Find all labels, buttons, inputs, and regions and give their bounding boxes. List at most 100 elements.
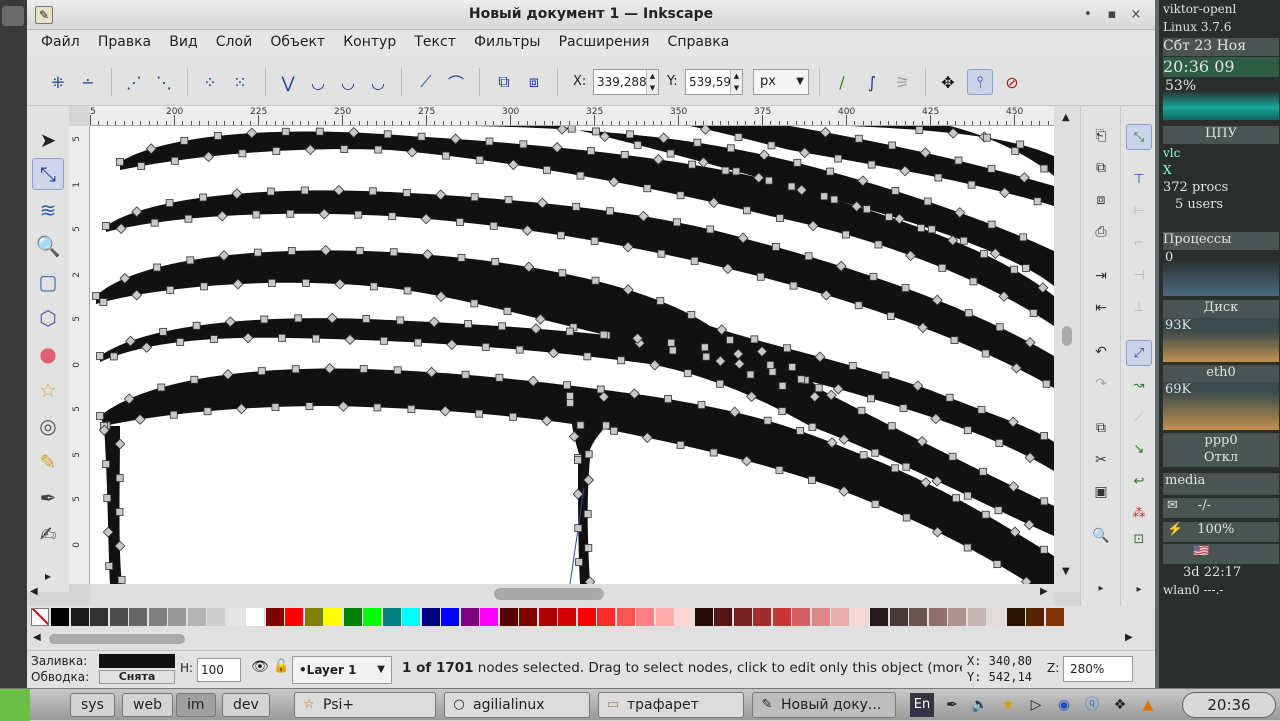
path-node[interactable] [515,345,524,354]
path-node[interactable] [834,154,843,163]
path-node[interactable] [700,343,709,352]
color-swatch[interactable] [168,608,186,626]
color-swatch[interactable] [324,608,342,626]
path-node[interactable] [584,450,593,459]
path-node[interactable] [565,327,574,336]
path-node[interactable] [709,448,718,457]
path-node[interactable] [964,309,973,318]
path-node[interactable] [963,426,972,435]
window-menu-icon[interactable] [2,6,24,26]
path-node[interactable] [994,506,1003,515]
path-node[interactable] [403,286,412,295]
path-node[interactable] [96,352,104,360]
stroke-to-path-icon[interactable]: ⧈ [521,69,547,95]
snap-paths-icon[interactable]: ↝ [1126,372,1152,398]
segment-curve-icon[interactable]: ⌒ [443,69,469,95]
path-node[interactable] [563,381,571,390]
path-node[interactable] [305,402,314,411]
path-node[interactable] [200,282,208,291]
path-node[interactable] [891,464,899,473]
color-swatch[interactable] [90,608,108,626]
color-swatch[interactable] [714,608,732,626]
path-node[interactable] [606,207,614,216]
auto-smooth-node-icon[interactable]: ◡ [365,69,391,95]
path-node[interactable] [683,369,692,378]
task-trafaret[interactable]: ▭ трафарет [598,692,744,718]
path-node[interactable] [461,370,470,379]
path-node[interactable] [867,394,875,403]
color-swatch[interactable] [597,608,615,626]
path-node[interactable] [633,140,642,149]
path-node[interactable] [826,167,835,176]
lock-icon[interactable]: 🔓 [273,659,289,674]
path-node[interactable] [485,137,494,146]
path-node[interactable] [982,133,991,142]
task-psi[interactable]: ☆ Psi+ [294,692,436,718]
path-node[interactable] [667,338,676,347]
new-document-icon[interactable]: ⎗ [1089,124,1113,148]
path-node[interactable] [393,366,402,375]
path-node[interactable] [768,367,777,376]
path-node[interactable] [575,558,583,567]
ellipse-tool-icon[interactable]: ● [32,338,64,370]
selector-tool-icon[interactable]: ➤ [32,124,64,156]
artwork[interactable] [90,126,1054,584]
path-node[interactable] [959,236,968,245]
path-node[interactable] [756,272,765,281]
color-swatch[interactable] [480,608,498,626]
color-swatch[interactable] [753,608,771,626]
scroll-down-icon[interactable]: ▼ [1062,566,1070,577]
snap-toggle-icon[interactable]: ⤡ [1126,124,1152,150]
path-node[interactable] [788,363,797,371]
path-node[interactable] [567,126,576,133]
path-node[interactable] [656,297,665,305]
path-node[interactable] [625,130,634,139]
path-node[interactable] [302,278,310,287]
path-node[interactable] [109,352,118,361]
path-node[interactable] [137,162,146,170]
color-swatch[interactable] [694,608,713,626]
snap-centers-icon[interactable]: ⊡ [1126,526,1152,552]
color-swatch[interactable] [733,608,752,626]
cusp-node-icon[interactable]: ⋁ [275,69,301,95]
path-node[interactable] [102,460,110,469]
snap-smooth-nodes-icon[interactable]: ↩ [1126,468,1152,494]
symmetric-node-icon[interactable]: ◡ [335,69,361,95]
color-swatch[interactable] [148,608,167,626]
spiral-tool-icon[interactable]: ◎ [32,410,64,442]
path-node[interactable] [574,524,583,533]
path-node[interactable] [778,381,787,390]
path-node[interactable] [954,156,963,165]
path-node[interactable] [657,249,666,258]
path-node[interactable] [766,361,775,369]
path-node[interactable] [300,186,309,195]
color-swatch[interactable] [675,608,693,626]
color-swatch[interactable] [402,608,420,626]
qbittorrent-icon[interactable]: ⓠ [1080,693,1104,717]
path-node[interactable] [804,252,813,261]
path-node[interactable] [180,136,189,145]
path-node[interactable] [899,404,908,413]
spinner-arrows-icon[interactable]: ▲ ▼ [646,70,658,94]
paste-icon[interactable]: ▣ [1089,480,1113,504]
path-node[interactable] [808,422,817,431]
path-node[interactable] [987,164,996,173]
path-node[interactable] [726,336,734,344]
path-node[interactable] [176,338,185,346]
path-node[interactable] [203,407,212,416]
path-node[interactable] [509,412,517,421]
color-swatch[interactable] [870,608,888,626]
zoom-tool-icon[interactable]: 🔍 [32,230,64,262]
path-node[interactable] [690,256,699,265]
cut-icon[interactable]: ✂ [1089,448,1113,472]
menu-edit[interactable]: Правка [98,34,151,50]
path-node[interactable] [734,133,743,141]
path-node[interactable] [808,476,816,484]
path-node[interactable] [778,407,787,416]
path-node[interactable] [572,202,581,211]
path-node[interactable] [470,299,479,308]
delete-segment-icon[interactable]: ⁙ [227,69,253,95]
path-node[interactable] [402,188,411,197]
scrollbar-thumb[interactable] [494,588,604,600]
path-node[interactable] [92,292,100,300]
